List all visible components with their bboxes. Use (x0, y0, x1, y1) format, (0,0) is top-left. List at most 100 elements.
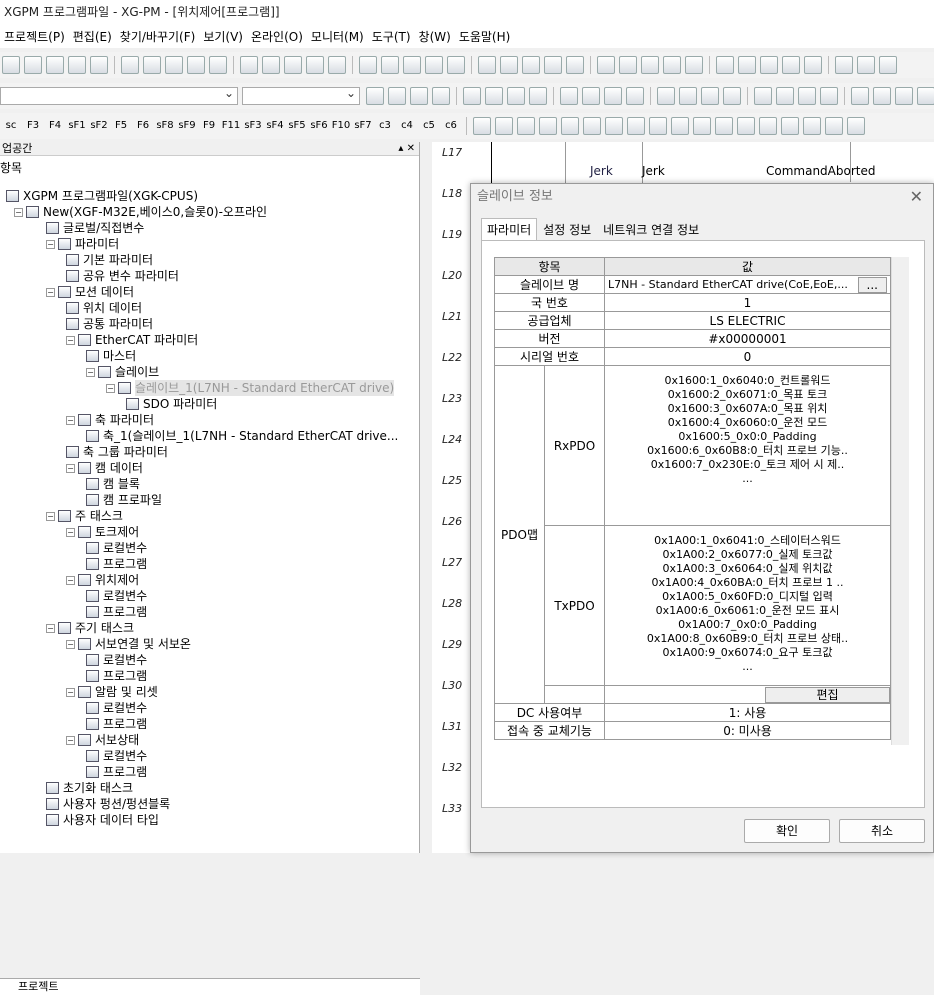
tab-parameter[interactable]: 파라미터 (481, 218, 538, 240)
tree-node[interactable]: − 서보상태 (66, 732, 139, 748)
collapse-icon[interactable]: − (66, 639, 75, 649)
function-key-button[interactable]: c6 (440, 115, 462, 137)
tree-node[interactable]: 로컬변수 (86, 652, 147, 668)
toolbar-icon[interactable] (701, 87, 719, 105)
toolbar-icon[interactable] (851, 87, 869, 105)
function-key-button[interactable]: sF8 (154, 115, 176, 137)
toolbar-icon[interactable] (663, 56, 681, 74)
tree-node[interactable]: − 슬레이브 (86, 364, 159, 380)
tree-node[interactable]: 사용자 펑션/펑션블록 (46, 796, 170, 812)
tree-node[interactable]: − 서보연결 및 서보온 (66, 636, 191, 652)
toolbar-icon[interactable] (262, 56, 280, 74)
toolbar-icon[interactable] (917, 87, 934, 105)
tree-node[interactable]: − 주기 태스크 (46, 620, 134, 636)
tree-node[interactable]: − 위치제어 (66, 572, 139, 588)
tree-node[interactable]: − 주 태스크 (46, 508, 123, 524)
menu-item[interactable]: 프로젝트(P) (0, 28, 69, 45)
toolbar-icon[interactable] (447, 56, 465, 74)
toolbar-icon[interactable] (657, 87, 675, 105)
toolbar-icon[interactable] (209, 56, 227, 74)
toolbar-icon[interactable] (760, 56, 778, 74)
tree-node[interactable]: − 캠 데이터 (66, 460, 143, 476)
tree-node[interactable]: 사용자 데이터 타입 (46, 812, 159, 828)
toolbar-icon[interactable] (895, 87, 913, 105)
toolbar-icon[interactable] (835, 56, 853, 74)
toolbar-icon[interactable] (539, 117, 557, 135)
toolbar-icon[interactable] (715, 117, 733, 135)
toolbar-icon[interactable] (641, 56, 659, 74)
toolbar-icon[interactable] (825, 117, 843, 135)
toolbar-icon[interactable] (403, 56, 421, 74)
toolbar-icon[interactable] (517, 117, 535, 135)
tree-node[interactable]: 글로벌/직접변수 (46, 220, 144, 236)
toolbar-icon[interactable] (605, 117, 623, 135)
tree-node[interactable]: − 알람 및 리셋 (66, 684, 158, 700)
toolbar-icon[interactable] (359, 56, 377, 74)
collapse-icon[interactable]: − (46, 511, 55, 521)
function-key-button[interactable]: F6 (132, 115, 154, 137)
tree-node[interactable]: SDO 파라미터 (126, 396, 217, 412)
function-key-button[interactable]: F11 (220, 115, 242, 137)
tree-node[interactable]: 로컬변수 (86, 540, 147, 556)
tree-node[interactable]: 캠 블록 (86, 476, 140, 492)
tree-node[interactable]: 프로그램 (86, 764, 147, 780)
toolbar-icon[interactable] (522, 56, 540, 74)
tree-node[interactable]: 공통 파라미터 (66, 316, 153, 332)
tree-node[interactable]: 기본 파라미터 (66, 252, 153, 268)
tree-node[interactable]: − 슬레이브_1(L7NH - Standard EtherCAT drive) (106, 380, 395, 396)
toolbar-icon[interactable] (754, 87, 772, 105)
toolbar-icon[interactable] (306, 56, 324, 74)
toolbar-icon[interactable] (284, 56, 302, 74)
toolbar-icon[interactable] (425, 56, 443, 74)
toolbar-icon[interactable] (776, 87, 794, 105)
function-key-button[interactable]: sc (0, 115, 22, 137)
toolbar-icon[interactable] (432, 87, 450, 105)
menu-item[interactable]: 창(W) (415, 28, 455, 45)
toolbar-icon[interactable] (240, 56, 258, 74)
menu-item[interactable]: 보기(V) (199, 28, 247, 45)
toolbar-icon[interactable] (561, 117, 579, 135)
toolbar-icon[interactable] (820, 87, 838, 105)
toolbar-icon[interactable] (143, 56, 161, 74)
cancel-button[interactable]: 취소 (839, 819, 925, 843)
toolbar-icon[interactable] (583, 117, 601, 135)
toolbar-icon[interactable] (544, 56, 562, 74)
tree-node[interactable]: 로컬변수 (86, 748, 147, 764)
toolbar-icon[interactable] (410, 87, 428, 105)
function-key-button[interactable]: c3 (374, 115, 396, 137)
toolbar-icon[interactable] (738, 56, 756, 74)
toolbar-icon[interactable] (121, 56, 139, 74)
collapse-icon[interactable]: − (46, 239, 55, 249)
function-key-button[interactable]: c5 (418, 115, 440, 137)
function-key-button[interactable]: sF2 (88, 115, 110, 137)
toolbar-icon[interactable] (619, 56, 637, 74)
tree-node[interactable]: XGPM 프로그램파일(XGK-CPUS) (6, 188, 198, 204)
collapse-icon[interactable]: − (46, 623, 55, 633)
tree-node[interactable]: − New(XGF-M32E,베이스0,슬롯0)-오프라인 (14, 204, 267, 220)
toolbar-icon[interactable] (529, 87, 547, 105)
tree-node[interactable]: − 파라미터 (46, 236, 119, 252)
toolbar-icon[interactable] (381, 56, 399, 74)
toolbar-icon[interactable] (560, 87, 578, 105)
toolbar-icon[interactable] (679, 87, 697, 105)
menu-item[interactable]: 모니터(M) (307, 28, 368, 45)
collapse-icon[interactable]: − (86, 367, 95, 377)
tab-settings[interactable]: 설정 정보 (537, 218, 597, 240)
tree-node[interactable]: 축_1(슬레이브_1(L7NH - Standard EtherCAT driv… (86, 428, 398, 444)
function-key-button[interactable]: sF4 (264, 115, 286, 137)
collapse-icon[interactable]: − (66, 415, 75, 425)
menu-item[interactable]: 도움말(H) (455, 28, 515, 45)
browse-button[interactable]: ... (857, 276, 887, 293)
toolbar-icon[interactable] (716, 56, 734, 74)
function-key-button[interactable]: sF9 (176, 115, 198, 137)
tree-node[interactable]: 축 그룹 파라미터 (66, 444, 168, 460)
menu-item[interactable]: 온라인(O) (247, 28, 307, 45)
tree-node[interactable]: 프로그램 (86, 716, 147, 732)
menu-item[interactable]: 찾기/바꾸기(F) (116, 28, 200, 45)
toolbar-icon[interactable] (2, 56, 20, 74)
toolbar-icon[interactable] (328, 56, 346, 74)
tab-network[interactable]: 네트워크 연결 정보 (597, 218, 705, 240)
row-value[interactable]: 1: 사용 (604, 703, 891, 722)
tree-node[interactable]: 마스터 (86, 348, 136, 364)
toolbar-icon[interactable] (759, 117, 777, 135)
